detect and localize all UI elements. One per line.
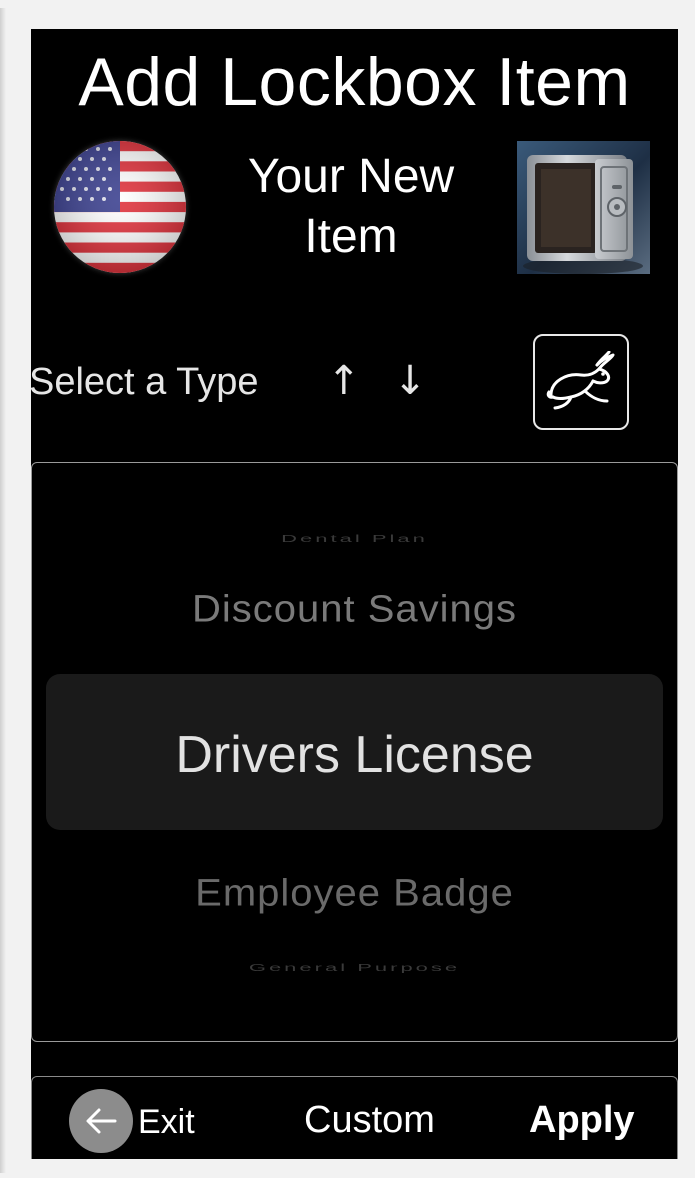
picker-option[interactable]: Dental Plan <box>32 533 677 545</box>
frame-edge <box>0 8 6 1173</box>
apply-button[interactable]: Apply <box>529 1097 635 1143</box>
quick-select-button[interactable] <box>533 334 629 430</box>
picker-option-selected[interactable]: Drivers License <box>32 725 677 785</box>
subtitle-line-1: Your New <box>247 150 455 203</box>
safe-image-icon <box>517 141 650 274</box>
picker-option[interactable]: Discount Savings <box>32 588 677 631</box>
page-title: Add Lockbox Item <box>78 44 631 120</box>
rabbit-icon <box>546 351 615 410</box>
app-screen: Add Lockbox Item Your New Item Select a … <box>31 29 678 1159</box>
custom-button[interactable]: Custom <box>304 1097 435 1143</box>
us-flag-icon <box>54 141 186 273</box>
type-picker-wheel[interactable]: Dental Plan Discount Savings Drivers Lic… <box>31 462 678 1042</box>
device-frame: Add Lockbox Item Your New Item Select a … <box>0 0 695 1178</box>
item-subtitle: Your New Item <box>201 147 501 267</box>
sort-arrows-icon[interactable]: ↑ ↓ <box>327 357 437 405</box>
picker-option[interactable]: General Purpose <box>32 962 677 974</box>
picker-option[interactable]: Employee Badge <box>32 872 677 915</box>
back-button[interactable] <box>69 1089 133 1153</box>
subtitle-line-2: Item <box>304 210 398 263</box>
bottom-toolbar: Exit Custom Apply <box>31 1076 678 1159</box>
arrow-left-icon <box>86 1108 117 1134</box>
select-type-label: Select a Type <box>31 361 259 403</box>
exit-button[interactable]: Exit <box>138 1101 195 1143</box>
